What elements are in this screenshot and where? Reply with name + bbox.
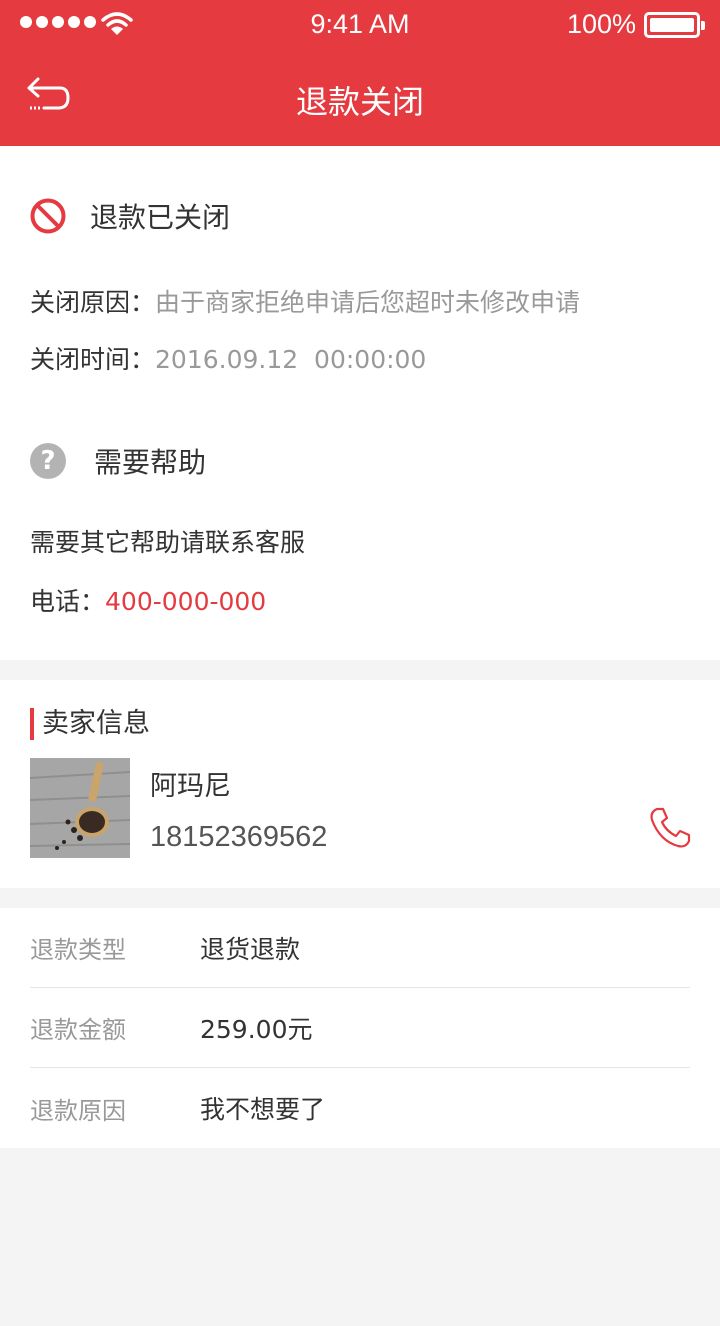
status-bar: 9:41 AM 100% — [0, 0, 720, 48]
close-reason: 关闭原因：由于商家拒绝申请后您超时未修改申请 — [30, 283, 580, 319]
help-icon: ? — [30, 443, 66, 479]
close-time-label: 关闭时间： — [30, 345, 156, 374]
help-description: 需要其它帮助请联系客服 — [30, 528, 306, 557]
refund-amount-label: 退款金额 — [30, 1016, 126, 1044]
seller-info-card: 卖家信息 阿玛尼 18152369562 — [0, 680, 720, 888]
page-title: 退款关闭 — [295, 83, 424, 121]
prohibited-icon — [30, 198, 66, 234]
refund-status-header: 退款已关闭 — [30, 196, 230, 236]
close-time: 关闭时间：2016.09.12 00:00:00 — [30, 340, 426, 376]
battery-icon — [644, 12, 705, 38]
seller-phone: 18152369562 — [150, 821, 328, 853]
seller-avatar — [30, 758, 130, 858]
refund-status-card: 退款已关闭 关闭原因：由于商家拒绝申请后您超时未修改申请 关闭时间：2016.0… — [0, 146, 720, 660]
close-reason-value: 由于商家拒绝申请后您超时未修改申请 — [155, 288, 581, 317]
phone-icon[interactable] — [648, 806, 692, 850]
help-header: ? 需要帮助 — [30, 441, 206, 481]
help-phone-link[interactable]: 400-000-000 — [105, 587, 266, 616]
help-phone: 电话：400-000-000 — [30, 582, 266, 618]
app-header: 9:41 AM 100% 退款关闭 — [0, 0, 720, 146]
seller-name: 阿玛尼 — [150, 771, 231, 802]
close-reason-label: 关闭原因： — [30, 288, 156, 317]
refund-amount-value: 259.00元 — [200, 1014, 313, 1044]
detail-row: 退款金额 259.00元 — [30, 988, 690, 1068]
refund-type-value: 退货退款 — [200, 934, 301, 964]
help-phone-label: 电话： — [30, 587, 106, 616]
refund-reason-value: 我不想要了 — [200, 1095, 326, 1124]
seller-section-title: 卖家信息 — [30, 708, 150, 740]
refund-status-title: 退款已关闭 — [90, 201, 231, 234]
detail-row: 退款原因 我不想要了 — [30, 1068, 690, 1148]
refund-type-label: 退款类型 — [30, 936, 126, 964]
refund-details-card: 退款类型 退货退款 退款金额 259.00元 退款原因 我不想要了 — [0, 908, 720, 1148]
close-time-value: 2016.09.12 00:00:00 — [155, 345, 427, 374]
help-title: 需要帮助 — [94, 446, 207, 479]
detail-row: 退款类型 退货退款 — [30, 908, 690, 988]
refund-reason-label: 退款原因 — [30, 1096, 126, 1125]
battery-percent: 100% — [566, 9, 636, 39]
